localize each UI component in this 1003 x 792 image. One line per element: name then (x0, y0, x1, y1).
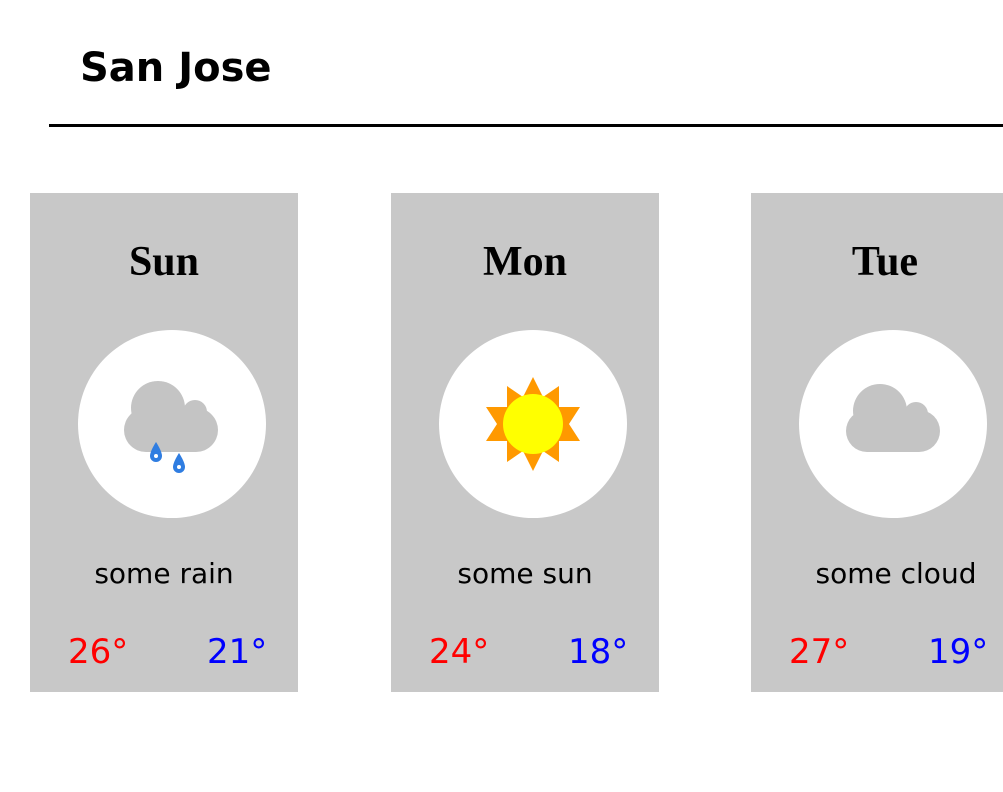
condition-text: some cloud (815, 557, 977, 590)
high-temperature: 26° (68, 632, 129, 672)
high-temperature: 27° (789, 632, 850, 672)
day-name: Sun (128, 239, 200, 285)
low-temperature: 19° (928, 632, 989, 672)
day-name: Mon (483, 239, 567, 285)
weather-icon-circle (439, 330, 627, 518)
weather-icon-circle (799, 330, 987, 518)
sun-icon (486, 377, 580, 471)
low-temperature: 18° (568, 632, 629, 672)
forecast-card-mon: Mon some sun 24° 18° (391, 193, 659, 692)
forecast-card-tue: Tue some cloud 27° 19° (751, 193, 1003, 692)
high-temperature: 24° (429, 632, 490, 672)
weather-icon-circle (78, 330, 266, 518)
forecast-card-sun: Sun some rain 26° 21° (30, 193, 298, 692)
day-name: Tue (851, 239, 919, 285)
weather-page: San Jose Sun some rain 26° 21° Mon some … (0, 0, 1003, 792)
cloud-icon (846, 384, 940, 452)
low-temperature: 21° (207, 632, 268, 672)
rain-cloud-icon (124, 381, 218, 473)
condition-text: some rain (94, 557, 234, 590)
condition-text: some sun (457, 557, 593, 590)
header-divider (49, 124, 1003, 127)
city-title: San Jose (80, 45, 272, 91)
